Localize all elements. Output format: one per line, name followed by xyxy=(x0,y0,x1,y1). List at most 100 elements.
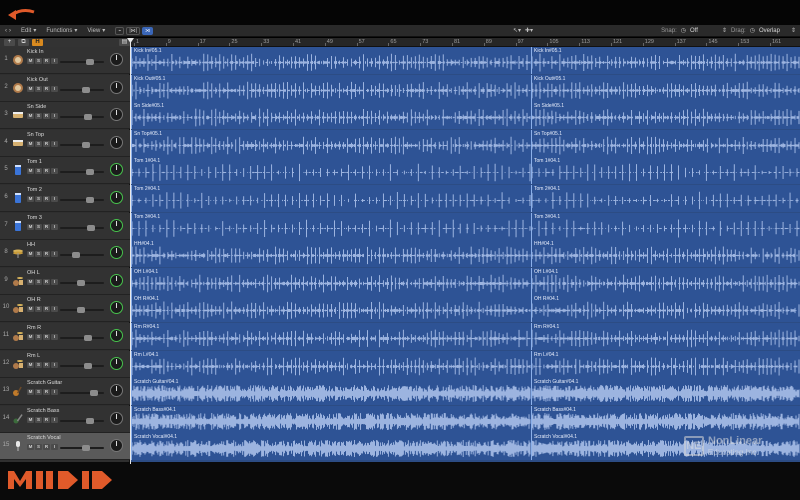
track-name[interactable]: Tom 1 xyxy=(27,159,42,165)
mute-button[interactable]: M xyxy=(27,196,34,202)
audio-region[interactable]: Sn Top#05.1 xyxy=(131,129,531,157)
pan-knob[interactable] xyxy=(110,301,123,315)
fader-knob[interactable] xyxy=(81,86,90,93)
audio-region[interactable]: Sn Top#05.1 xyxy=(531,129,800,157)
solo-button[interactable]: S xyxy=(35,196,42,202)
record-button[interactable]: R xyxy=(43,113,50,120)
playhead-marker-icon[interactable] xyxy=(127,38,134,43)
record-button[interactable]: R xyxy=(43,334,50,340)
hide-tracks-button[interactable]: H xyxy=(32,39,43,46)
fader-knob[interactable] xyxy=(84,362,93,369)
volume-fader[interactable] xyxy=(60,114,104,121)
audio-region[interactable]: OH L#04.1 xyxy=(131,267,531,295)
fader-knob[interactable] xyxy=(85,417,94,424)
volume-fader[interactable] xyxy=(60,445,104,452)
mute-button[interactable]: M xyxy=(27,251,34,258)
pan-knob[interactable] xyxy=(110,246,123,260)
pan-knob[interactable] xyxy=(110,163,123,177)
audio-region[interactable]: Tom 3#04.1 xyxy=(131,212,531,240)
tom-drum-icon[interactable] xyxy=(12,163,24,176)
solo-button[interactable]: S xyxy=(35,389,42,396)
track-header[interactable]: 6 Tom 2 MSRI xyxy=(0,185,130,212)
fader-knob[interactable] xyxy=(89,390,98,397)
solo-button[interactable]: S xyxy=(35,416,42,423)
track-header[interactable]: 2 Kick Out M S R I xyxy=(0,74,130,102)
track-lane[interactable]: Tom 2#04.1 Tom 2#04.1 xyxy=(131,185,800,212)
volume-fader[interactable] xyxy=(60,197,104,203)
input-monitor-button[interactable]: I xyxy=(51,306,58,313)
input-monitor-button[interactable]: I xyxy=(51,278,58,285)
track-header[interactable]: 1 Kick In M S R I xyxy=(0,47,130,74)
track-header[interactable]: 5 Tom 1 MSRI xyxy=(0,157,130,185)
fader-knob[interactable] xyxy=(87,224,95,231)
snap-select[interactable]: Off xyxy=(690,28,718,34)
fader-knob[interactable] xyxy=(85,197,94,203)
input-monitor-button[interactable]: I xyxy=(51,58,58,64)
playhead[interactable] xyxy=(130,38,131,464)
track-lane[interactable]: Scratch Guitar#04.1 Scratch Guitar#04.1 xyxy=(131,378,800,406)
volume-fader[interactable] xyxy=(60,335,104,341)
fader-knob[interactable] xyxy=(81,141,90,148)
drum-kit-icon[interactable] xyxy=(12,274,24,286)
pan-knob[interactable] xyxy=(110,80,123,94)
solo-button[interactable]: S xyxy=(35,251,42,258)
audio-region[interactable]: Tom 1#04.1 xyxy=(131,157,531,185)
mute-button[interactable]: M xyxy=(27,223,34,230)
mute-button[interactable]: M xyxy=(27,306,34,313)
track-lane[interactable]: Tom 3#04.1 Tom 3#04.1 xyxy=(131,212,800,240)
microphone-icon[interactable] xyxy=(12,439,24,452)
snare-drum-icon[interactable] xyxy=(12,136,24,148)
fader-knob[interactable] xyxy=(76,279,85,286)
audio-region[interactable]: Scratch Bass#04.1 xyxy=(131,405,531,433)
audio-region[interactable]: Kick Out#05.1 xyxy=(531,74,800,102)
track-header[interactable]: 7 Tom 3 MSRI xyxy=(0,212,130,240)
volume-fader[interactable] xyxy=(60,252,104,259)
volume-fader[interactable] xyxy=(60,59,104,65)
drum-kit-icon[interactable] xyxy=(12,357,24,369)
solo-button[interactable]: S xyxy=(35,444,42,451)
hihat-icon[interactable] xyxy=(12,246,24,259)
track-header[interactable]: 10 OH R MSRI xyxy=(0,295,130,323)
input-monitor-button[interactable]: I xyxy=(51,196,58,202)
duplicate-track-button[interactable]: ⧉ xyxy=(18,39,29,46)
record-button[interactable]: R xyxy=(43,196,50,202)
nav-arrows[interactable]: ‹ › xyxy=(0,28,16,34)
track-name[interactable]: Kick In xyxy=(27,49,44,55)
solo-button[interactable]: S xyxy=(35,58,42,64)
pan-knob[interactable] xyxy=(110,384,123,398)
fader-knob[interactable] xyxy=(85,59,94,65)
record-button[interactable]: R xyxy=(43,251,50,258)
track-lane[interactable]: Kick In#05.1 Kick In#05.1 xyxy=(131,47,800,74)
mute-button[interactable]: M xyxy=(27,334,34,340)
audio-region[interactable]: Tom 3#04.1 xyxy=(531,212,800,240)
view-menu[interactable]: View ▾ xyxy=(82,27,110,35)
track-name[interactable]: Kick Out xyxy=(27,77,48,83)
fader-knob[interactable] xyxy=(85,169,94,176)
solo-button[interactable]: S xyxy=(35,223,42,230)
solo-button[interactable]: S xyxy=(35,278,42,285)
record-button[interactable]: R xyxy=(43,168,50,175)
audio-region[interactable]: Tom 1#04.1 xyxy=(531,157,800,185)
mute-button[interactable]: M xyxy=(27,168,34,175)
track-name[interactable]: Sn Side xyxy=(27,104,46,110)
mute-button[interactable]: M xyxy=(27,140,34,147)
track-lane[interactable]: HH#04.1 HH#04.1 xyxy=(131,240,800,268)
solo-button[interactable]: S xyxy=(35,140,42,147)
volume-fader[interactable] xyxy=(60,362,104,369)
input-monitor-button[interactable]: I xyxy=(51,334,58,340)
audio-region[interactable]: Tom 2#04.1 xyxy=(531,185,800,212)
audio-region[interactable]: Scratch Guitar#04.1 xyxy=(131,378,531,406)
track-lane[interactable]: OH R#04.1 OH R#04.1 xyxy=(131,295,800,323)
guitar-icon[interactable] xyxy=(12,384,24,397)
track-lane[interactable]: Rm R#04.1 Rm R#04.1 xyxy=(131,323,800,350)
track-header[interactable]: 11 Rm R MSRI xyxy=(0,323,130,350)
track-name[interactable]: Scratch Vocal xyxy=(27,435,61,441)
record-button[interactable]: R xyxy=(43,85,50,92)
audio-region[interactable]: Sn Side#05.1 xyxy=(131,102,531,130)
record-button[interactable]: R xyxy=(43,306,50,313)
track-name[interactable]: Tom 2 xyxy=(27,187,42,193)
pan-knob[interactable] xyxy=(110,411,123,425)
functions-menu[interactable]: Functions ▾ xyxy=(41,27,82,35)
audio-region[interactable]: OH R#04.1 xyxy=(531,295,800,323)
audio-region[interactable]: Sn Side#05.1 xyxy=(531,102,800,130)
